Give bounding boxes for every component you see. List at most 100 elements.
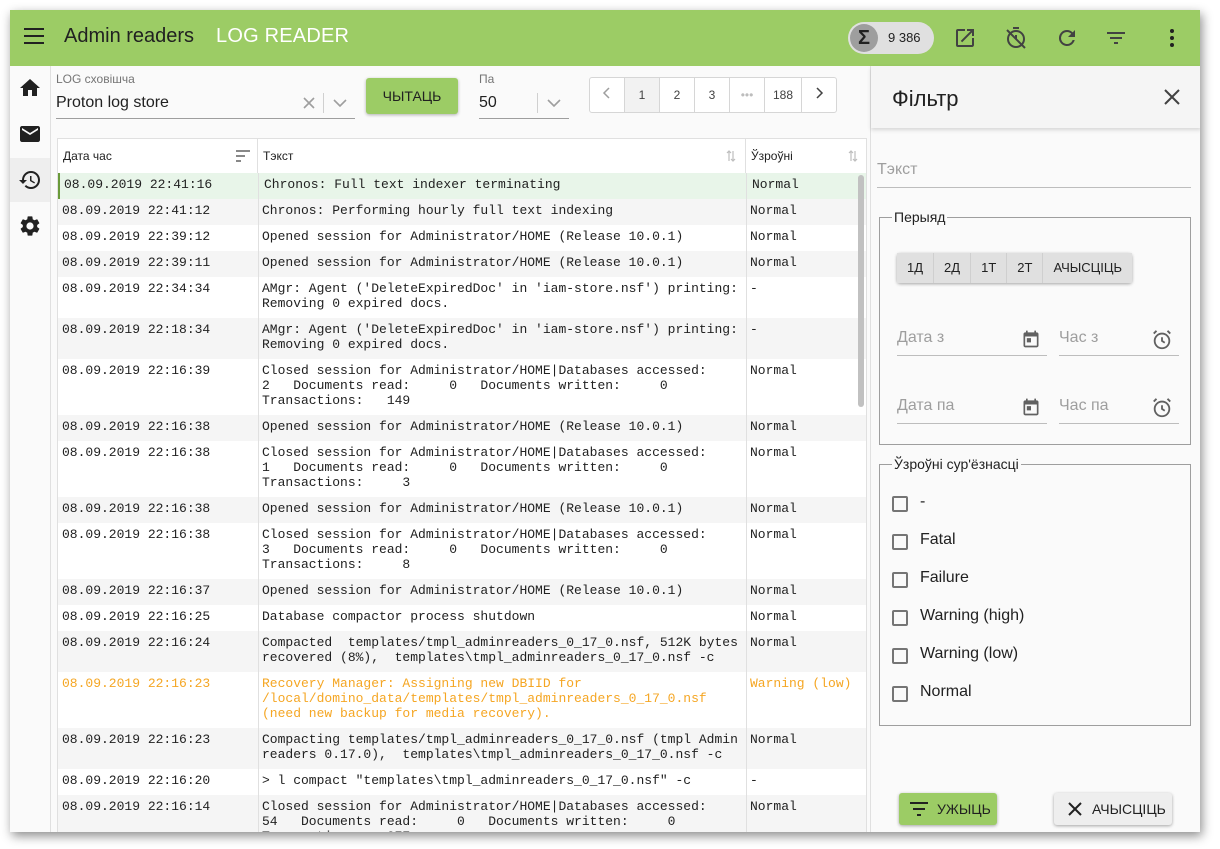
table-row[interactable]: 08.09.2019 22:18:34 AMgr: Agent ('DeleteE… [58, 318, 866, 360]
cell-level: Normal [750, 527, 797, 542]
nav-settings[interactable] [10, 204, 50, 248]
time-to-field[interactable]: Час па [1059, 393, 1179, 424]
cell-text: > l compact "templates\tmpl_adminreaders… [262, 773, 692, 788]
sort-icon[interactable] [726, 150, 736, 162]
pager-page[interactable]: 3 [695, 78, 730, 112]
nav-mail[interactable] [10, 112, 50, 156]
filter-icon [910, 802, 928, 816]
mail-icon [20, 126, 40, 142]
checkbox-box[interactable] [892, 648, 908, 664]
chevron-down-icon[interactable] [333, 98, 347, 108]
record-count: 9 386 [888, 30, 921, 45]
sigma-icon: Σ [850, 24, 878, 52]
column-header-text[interactable]: Тэкст [258, 139, 746, 173]
checkbox-label: Warning (high) [920, 607, 1025, 624]
cell-level: Normal [750, 635, 797, 650]
clear-icon[interactable] [303, 97, 315, 109]
clear-filter-button[interactable]: АЧЫСЦІЦЬ [1054, 793, 1172, 825]
checkbox-label: Warning (low) [920, 645, 1019, 662]
pager-page[interactable]: 188 [765, 78, 802, 112]
period-2w-button[interactable]: 2Т [1007, 253, 1044, 283]
table-scrollbar[interactable] [858, 175, 864, 407]
column-header-date[interactable]: Дата час [58, 139, 258, 173]
page-size-select[interactable]: 50 [479, 88, 569, 119]
menu-icon[interactable] [24, 28, 44, 46]
close-icon [1068, 802, 1082, 816]
cell-text: Chronos: Full text indexer terminating [264, 177, 561, 192]
timer-off-icon[interactable] [1004, 26, 1028, 50]
time-from-field[interactable]: Час з [1059, 325, 1179, 356]
checkbox-label: - [920, 493, 926, 510]
checkbox-box[interactable] [892, 534, 908, 550]
table-row[interactable]: 08.09.2019 22:16:38 Closed session for Ad… [58, 441, 866, 498]
cell-level: Normal [750, 363, 797, 378]
table-row[interactable]: 08.09.2019 22:16:37 Opened session for Ad… [58, 579, 866, 606]
date-to-field[interactable]: Дата па [897, 393, 1047, 424]
filter-icon[interactable] [1104, 26, 1128, 50]
column-header-label: Дата час [63, 149, 112, 163]
date-from-field[interactable]: Дата з [897, 325, 1047, 356]
cell-date: 08.09.2019 22:16:38 [62, 419, 211, 434]
nav-home[interactable] [10, 66, 50, 110]
cell-date: 08.09.2019 22:16:38 [62, 501, 211, 516]
alarm-icon[interactable] [1151, 397, 1173, 419]
table-row[interactable]: 08.09.2019 22:16:20 > l compact "template… [58, 769, 866, 796]
settings-icon [20, 216, 40, 236]
pager-next[interactable] [802, 78, 836, 112]
open-external-icon[interactable] [953, 26, 977, 50]
alarm-icon[interactable] [1151, 329, 1173, 351]
more-vert-icon[interactable] [1160, 26, 1184, 50]
table-row[interactable]: 08.09.2019 22:34:34 AMgr: Agent ('DeleteE… [58, 277, 866, 319]
sort-icon[interactable] [236, 150, 250, 162]
pager-page[interactable]: 2 [660, 78, 695, 112]
table-row[interactable]: 08.09.2019 22:16:24 Compacted templates/t… [58, 631, 866, 673]
table-row[interactable]: 08.09.2019 22:41:12 Chronos: Performing h… [58, 199, 866, 226]
table-row[interactable]: 08.09.2019 22:16:38 Opened session for Ad… [58, 415, 866, 442]
checkbox-box[interactable] [892, 496, 908, 512]
table-row[interactable]: 08.09.2019 22:16:14 Closed session for Ad… [58, 795, 866, 832]
table-row[interactable]: 08.09.2019 22:16:23 Compacting templates/… [58, 728, 866, 770]
table-row[interactable]: 08.09.2019 22:39:11 Opened session for Ad… [58, 251, 866, 278]
close-icon[interactable] [1163, 88, 1181, 106]
cell-level: Normal [750, 203, 797, 218]
checkbox-box[interactable] [892, 610, 908, 626]
cell-text: Opened session for Administrator/HOME (R… [262, 501, 684, 516]
text-filter-input[interactable]: Тэкст [877, 161, 1191, 188]
period-2d-button[interactable]: 2Д [934, 253, 972, 283]
apply-label: УЖЫЦЬ [937, 801, 991, 817]
table-row[interactable]: 08.09.2019 22:39:12 Opened session for Ad… [58, 225, 866, 252]
table-header: Дата час Тэкст Ўзроўні [58, 139, 866, 174]
table-row[interactable]: 08.09.2019 22:16:38 Opened session for Ad… [58, 497, 866, 524]
table-row[interactable]: 08.09.2019 22:16:39 Closed session for Ad… [58, 359, 866, 416]
checkbox-box[interactable] [892, 686, 908, 702]
time-from-placeholder: Час з [1059, 329, 1099, 346]
nav-history[interactable] [10, 158, 50, 202]
period-1d-button[interactable]: 1Д [897, 253, 935, 283]
column-header-level[interactable]: Ўзроўні [746, 139, 866, 173]
pager-page[interactable]: 1 [625, 78, 660, 112]
pager-ellipsis[interactable]: ••• [730, 78, 765, 112]
checkbox-label: Fatal [920, 531, 956, 548]
cell-date: 08.09.2019 22:16:23 [62, 676, 211, 691]
log-table: Дата час Тэкст Ўзроўні 08.09.2019 22:41:… [57, 138, 867, 832]
record-count-chip: Σ 9 386 [848, 22, 934, 54]
refresh-icon[interactable] [1055, 26, 1079, 50]
pager-prev[interactable] [590, 78, 625, 112]
calendar-icon[interactable] [1021, 329, 1041, 349]
calendar-icon[interactable] [1021, 397, 1041, 417]
period-legend: Перыяд [894, 209, 946, 225]
read-button[interactable]: ЧЫТАЦЬ [366, 78, 458, 114]
period-group: Перыяд 1Д 2Д 1Т 2Т АЧЫСЦІЦЬ Дата з Час з… [879, 209, 1191, 445]
app-title: Admin readers [64, 25, 195, 47]
log-store-select[interactable]: Proton log store [56, 88, 355, 119]
period-1w-button[interactable]: 1Т [971, 253, 1008, 283]
table-row[interactable]: 08.09.2019 22:16:38 Closed session for Ad… [58, 523, 866, 580]
period-clear-button[interactable]: АЧЫСЦІЦЬ [1043, 253, 1133, 283]
apply-filter-button[interactable]: УЖЫЦЬ [899, 793, 997, 825]
sort-icon[interactable] [848, 150, 858, 162]
cell-text: Closed session for Administrator/HOME|Da… [262, 363, 707, 408]
table-row[interactable]: 08.09.2019 22:16:23 Recovery Manager: Ass… [58, 672, 866, 729]
chevron-down-icon[interactable] [547, 98, 561, 108]
table-row[interactable]: 08.09.2019 22:16:25 Database compactor pr… [58, 605, 866, 632]
checkbox-box[interactable] [892, 572, 908, 588]
